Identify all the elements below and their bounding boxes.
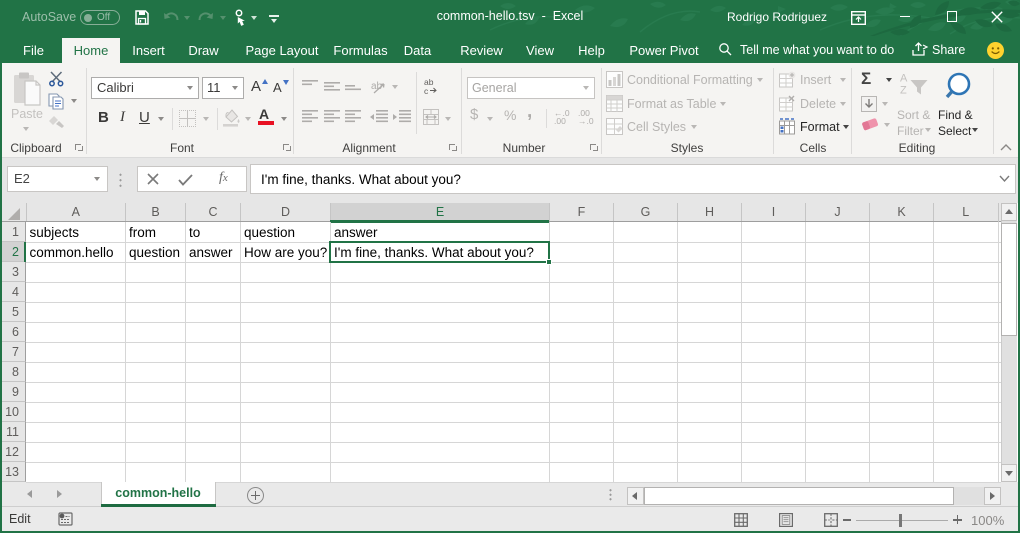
svg-text:Z: Z bbox=[900, 85, 907, 97]
svg-text:A: A bbox=[900, 73, 908, 85]
svg-text:c: c bbox=[424, 86, 429, 95]
